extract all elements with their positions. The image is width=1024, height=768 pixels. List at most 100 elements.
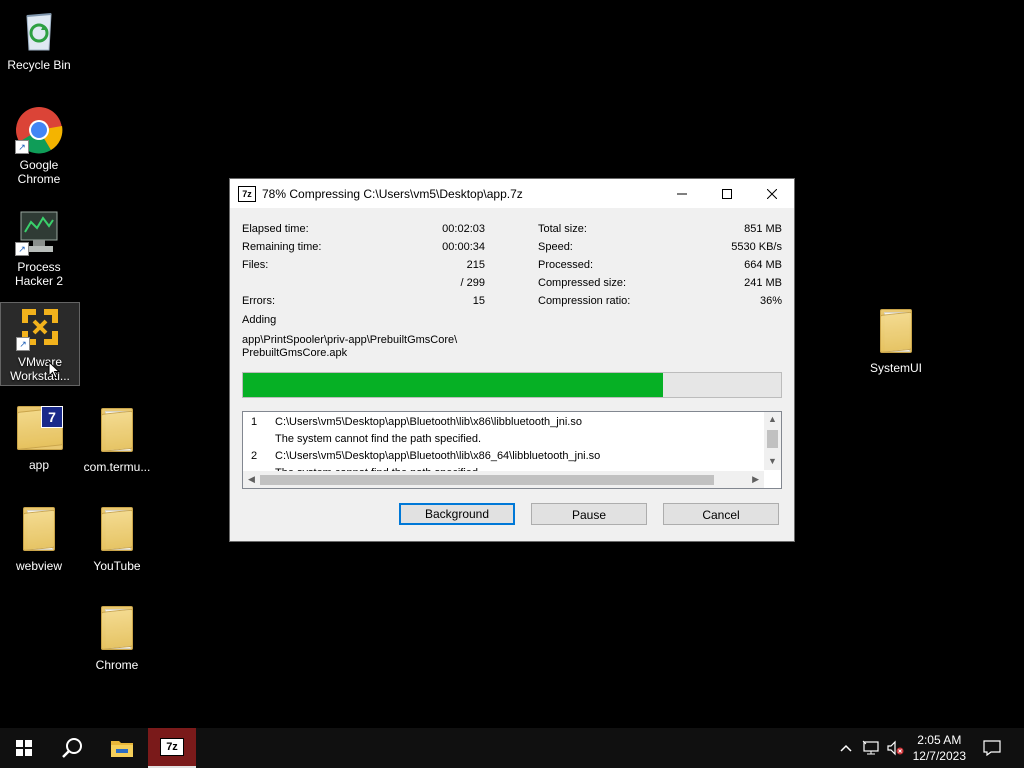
- file-explorer-icon: [111, 741, 133, 757]
- error-log-list[interactable]: 1 C:\Users\vm5\Desktop\app\Bluetooth\lib…: [242, 411, 782, 489]
- start-button[interactable]: [0, 728, 48, 768]
- desktop-icon-label: webview: [15, 559, 63, 573]
- maximize-button[interactable]: [704, 179, 749, 208]
- scroll-down-icon[interactable]: ▼: [768, 456, 777, 466]
- volume-muted-icon: [887, 740, 904, 756]
- taskbar-clock[interactable]: 2:05 AM 12/7/2023: [913, 732, 966, 764]
- show-hidden-icons-button[interactable]: [836, 728, 856, 768]
- progress-bar: [242, 372, 782, 398]
- 7zip-taskbar-icon: 7z: [160, 738, 184, 756]
- desktop-icon-label: com.termu...: [83, 460, 151, 474]
- network-button[interactable]: [860, 728, 882, 768]
- shortcut-arrow-icon: ↗: [15, 140, 29, 154]
- desktop-icon-label: Google Chrome: [17, 158, 61, 186]
- total-size-label: Total size:: [538, 223, 587, 235]
- adding-label: Adding: [242, 314, 277, 326]
- desktop-icon-app-archive[interactable]: 7 app: [0, 404, 78, 472]
- 7z-archive-icon: 7: [15, 406, 63, 454]
- files-label: Files:: [242, 259, 269, 271]
- search-icon: [62, 738, 82, 758]
- minimize-icon: [676, 193, 687, 194]
- desktop-icon-com-termux[interactable]: com.termu...: [78, 406, 156, 474]
- clock-time: 2:05 AM: [917, 733, 962, 747]
- horizontal-scrollbar[interactable]: ◀ ▶: [243, 471, 764, 488]
- maximize-icon: [721, 188, 732, 199]
- elapsed-time-label: Elapsed time:: [242, 223, 309, 235]
- files-total-value: / 299: [460, 277, 485, 289]
- desktop-icon-recycle-bin[interactable]: Recycle Bin: [0, 6, 78, 72]
- compression-progress-dialog: 7z 78% Compressing C:\Users\vm5\Desktop\…: [230, 179, 794, 541]
- notification-icon: [983, 740, 1001, 756]
- scroll-right-icon[interactable]: ▶: [752, 474, 759, 485]
- windows-logo-icon: [16, 740, 32, 756]
- clock-date: 12/7/2023: [912, 749, 966, 763]
- desktop-icon-label: Process Hacker 2: [14, 260, 64, 288]
- background-button[interactable]: Background: [399, 503, 515, 525]
- close-icon: [766, 188, 777, 199]
- vertical-scrollbar[interactable]: ▲ ▼: [764, 412, 781, 470]
- close-button[interactable]: [749, 179, 794, 208]
- desktop-icon-systemui[interactable]: SystemUI: [857, 307, 935, 375]
- processed-value: 664 MB: [744, 259, 782, 271]
- scroll-up-icon[interactable]: ▲: [768, 414, 777, 424]
- cancel-button[interactable]: Cancel: [663, 503, 779, 525]
- scroll-left-icon[interactable]: ◀: [248, 474, 255, 485]
- desktop-icon-label: Recycle Bin: [7, 58, 71, 72]
- folder-icon: [93, 408, 141, 456]
- desktop-icon-webview[interactable]: webview: [0, 505, 78, 573]
- desktop-icon-label: app: [28, 458, 50, 472]
- search-button[interactable]: [48, 728, 96, 768]
- files-value: 215: [466, 259, 485, 271]
- dialog-titlebar[interactable]: 7z 78% Compressing C:\Users\vm5\Desktop\…: [230, 179, 794, 208]
- desktop-icon-label: Chrome: [95, 658, 139, 672]
- compression-ratio-label: Compression ratio:: [538, 295, 631, 307]
- dialog-title: 78% Compressing C:\Users\vm5\Desktop\app…: [262, 186, 523, 201]
- desktop-icon-vmware[interactable]: ↗ VMware Workstati...: [0, 302, 80, 386]
- 7zip-app-icon: 7z: [238, 185, 256, 202]
- minimize-button[interactable]: [659, 179, 704, 208]
- recycle-bin-icon: [15, 6, 63, 54]
- log-item-number: 1: [251, 416, 258, 428]
- action-center-button[interactable]: [976, 728, 1008, 768]
- folder-icon: [93, 606, 141, 654]
- shortcut-arrow-icon: ↗: [15, 242, 29, 256]
- network-icon: [862, 740, 879, 755]
- vmware-icon: ↗: [16, 303, 64, 351]
- file-explorer-button[interactable]: [98, 728, 146, 768]
- errors-label: Errors:: [242, 295, 275, 307]
- folder-icon: [872, 309, 920, 357]
- desktop-icon-youtube[interactable]: YouTube: [78, 505, 156, 573]
- shortcut-arrow-icon: ↗: [16, 337, 30, 351]
- compression-ratio-value: 36%: [759, 295, 782, 307]
- log-item-message: The system cannot find the path specifie…: [275, 433, 482, 445]
- desktop-icon-label: VMware Workstati...: [10, 355, 70, 383]
- compressed-size-label: Compressed size:: [538, 277, 627, 289]
- desktop-icon-google-chrome[interactable]: ↗ Google Chrome: [0, 106, 78, 186]
- errors-value: 15: [472, 295, 485, 307]
- current-file-path-line2: PrebuiltGmsCore.apk: [242, 347, 348, 359]
- folder-icon: [15, 507, 63, 555]
- chevron-up-icon: [840, 744, 852, 752]
- current-file-path-line1: app\PrintSpooler\priv-app\PrebuiltGmsCor…: [242, 334, 458, 346]
- volume-button[interactable]: [884, 728, 906, 768]
- elapsed-time-value: 00:02:03: [442, 223, 485, 235]
- pause-button[interactable]: Pause: [531, 503, 647, 525]
- speed-label: Speed:: [538, 241, 573, 253]
- speed-value: 5530 KB/s: [731, 241, 782, 253]
- log-item-path: C:\Users\vm5\Desktop\app\Bluetooth\lib\x…: [275, 416, 582, 428]
- log-item-number: 2: [251, 450, 258, 462]
- compressed-size-value: 241 MB: [744, 277, 782, 289]
- progress-bar-fill: [243, 373, 663, 397]
- process-hacker-icon: ↗: [15, 208, 63, 256]
- vertical-scroll-thumb[interactable]: [767, 430, 778, 448]
- processed-label: Processed:: [538, 259, 594, 271]
- remaining-time-value: 00:00:34: [442, 241, 485, 253]
- total-size-value: 851 MB: [744, 223, 782, 235]
- chrome-icon: ↗: [15, 106, 63, 154]
- desktop-icon-label: SystemUI: [869, 361, 922, 375]
- desktop-icon-process-hacker[interactable]: ↗ Process Hacker 2: [0, 208, 78, 288]
- mouse-cursor-icon: [48, 361, 60, 379]
- desktop-icon-chrome-folder[interactable]: Chrome: [78, 604, 156, 672]
- horizontal-scroll-thumb[interactable]: [260, 475, 714, 485]
- taskbar-7zip-button[interactable]: 7z: [148, 728, 196, 768]
